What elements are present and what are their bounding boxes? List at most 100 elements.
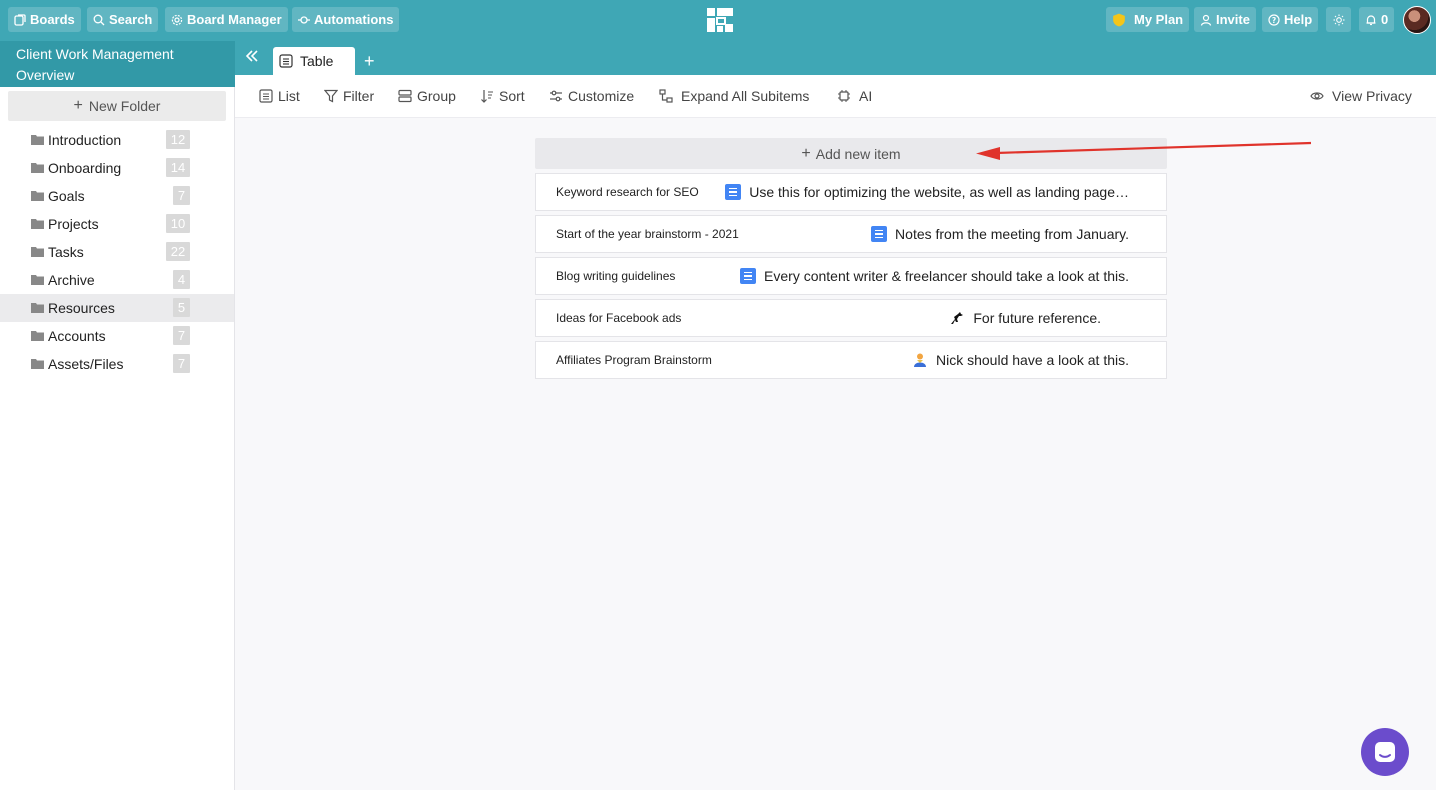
sidebar-item-accounts[interactable]: Accounts 7 xyxy=(0,322,234,350)
folder-label: Assets/Files xyxy=(48,356,124,372)
automations-label: Automations xyxy=(314,12,394,27)
group-label: Group xyxy=(417,88,456,104)
sort-label: Sort xyxy=(499,88,525,104)
app-logo[interactable] xyxy=(705,6,735,34)
chat-icon xyxy=(1375,742,1395,762)
row-name: Blog writing guidelines xyxy=(556,269,676,283)
tab-table[interactable]: Table xyxy=(273,47,355,75)
new-folder-button[interactable]: + New Folder xyxy=(8,91,226,121)
filter-label: Filter xyxy=(343,88,375,104)
add-new-item-label: Add new item xyxy=(815,145,901,162)
customize-button[interactable]: Customize xyxy=(549,88,634,104)
help-icon: ? xyxy=(1268,13,1280,26)
theme-toggle-button[interactable] xyxy=(1326,7,1351,32)
chip-icon xyxy=(838,90,850,102)
user-icon xyxy=(1200,14,1212,26)
row-note: Notes from the meeting from January. xyxy=(871,226,1129,242)
search-button[interactable]: Search xyxy=(87,7,159,32)
list-label: List xyxy=(278,88,300,104)
folder-label: Resources xyxy=(48,300,115,316)
row-note: Use this for optimizing the website, as … xyxy=(725,184,1129,200)
sun-icon xyxy=(1333,14,1344,25)
filter-button[interactable]: Filter xyxy=(324,88,374,104)
row-name: Affiliates Program Brainstorm xyxy=(556,353,712,367)
collapse-sidebar-icon[interactable] xyxy=(244,48,264,68)
help-button[interactable]: ? Help xyxy=(1262,7,1319,32)
gear-icon xyxy=(171,14,183,25)
list-button[interactable]: List xyxy=(259,88,300,104)
table-row[interactable]: Keyword research for SEO Use this for op… xyxy=(535,173,1167,211)
sliders-icon xyxy=(550,90,562,102)
sidebar-item-onboarding[interactable]: Onboarding 14 xyxy=(0,154,234,182)
automations-icon xyxy=(298,15,310,24)
new-folder-label: New Folder xyxy=(88,98,161,114)
invite-label: Invite xyxy=(1216,12,1250,27)
board-manager-button[interactable]: Board Manager xyxy=(165,7,288,32)
folder-icon xyxy=(31,219,44,229)
shield-icon xyxy=(1113,13,1125,26)
sidebar-item-assets-files[interactable]: Assets/Files 7 xyxy=(0,350,234,378)
help-label: Help xyxy=(1284,12,1313,27)
tab-table-label: Table xyxy=(300,53,334,69)
view-privacy-button[interactable]: View Privacy xyxy=(1310,88,1412,104)
add-tab-icon[interactable]: + xyxy=(364,51,380,71)
folder-count-badge: 7 xyxy=(173,186,190,205)
folder-icon xyxy=(31,163,44,173)
folder-icon xyxy=(31,303,44,313)
my-plan-button[interactable]: My Plan xyxy=(1106,7,1190,32)
folder-icon xyxy=(31,331,44,341)
ai-button[interactable]: AI xyxy=(837,88,872,104)
plus-icon: + xyxy=(73,97,83,114)
annotation-arrow xyxy=(976,141,1312,160)
folder-label: Projects xyxy=(48,216,99,232)
row-note: For future reference. xyxy=(949,310,1101,326)
notifications-count: 0 xyxy=(1381,12,1389,27)
notifications-button[interactable]: 0 xyxy=(1359,7,1395,32)
plus-icon: + xyxy=(801,144,811,162)
folder-icon xyxy=(31,135,44,145)
folder-icon xyxy=(31,247,44,257)
sort-button[interactable]: Sort xyxy=(480,88,525,104)
hierarchy-icon xyxy=(659,89,673,103)
folder-label: Accounts xyxy=(48,328,106,344)
table-row[interactable]: Ideas for Facebook ads For future refere… xyxy=(535,299,1167,337)
row-note: Every content writer & freelancer should… xyxy=(740,268,1129,284)
sidebar-item-tasks[interactable]: Tasks 22 xyxy=(0,238,234,266)
sidebar-item-introduction[interactable]: Introduction 12 xyxy=(0,126,234,154)
chat-support-button[interactable] xyxy=(1361,728,1409,776)
folder-count-badge: 4 xyxy=(173,270,190,289)
sort-icon xyxy=(481,90,493,103)
row-note-text: Every content writer & freelancer should… xyxy=(764,268,1129,284)
sidebar-item-projects[interactable]: Projects 10 xyxy=(0,210,234,238)
folder-label: Tasks xyxy=(48,244,84,260)
view-toolbar: List Filter Group Sort Customize Expand … xyxy=(235,75,1436,118)
row-note-text: For future reference. xyxy=(973,310,1101,326)
table-row[interactable]: Affiliates Program Brainstorm Nick shoul… xyxy=(535,341,1167,379)
group-button[interactable]: Group xyxy=(398,88,456,104)
sidebar-item-goals[interactable]: Goals 7 xyxy=(0,182,234,210)
folder-count-badge: 14 xyxy=(166,158,190,177)
my-plan-label: My Plan xyxy=(1134,12,1184,27)
row-name: Start of the year brainstorm - 2021 xyxy=(556,227,739,241)
sidebar-item-resources[interactable]: Resources 5 xyxy=(0,294,234,322)
avatar[interactable] xyxy=(1403,6,1431,34)
expand-subitems-label: Expand All Subitems xyxy=(681,88,810,104)
filter-icon xyxy=(324,89,338,103)
row-note-text: Nick should have a look at this. xyxy=(936,352,1129,368)
invite-button[interactable]: Invite xyxy=(1194,7,1256,32)
folder-label: Goals xyxy=(48,188,85,204)
table-row[interactable]: Blog writing guidelines Every content wr… xyxy=(535,257,1167,295)
table-row[interactable]: Start of the year brainstorm - 2021 Note… xyxy=(535,215,1167,253)
horse-icon xyxy=(951,312,964,324)
doc-icon xyxy=(871,226,888,242)
sidebar: + New Folder Introduction 12 Onboarding … xyxy=(0,87,235,790)
automations-button[interactable]: Automations xyxy=(292,7,400,32)
boards-button[interactable]: Boards xyxy=(8,7,81,32)
row-note-text: Use this for optimizing the website, as … xyxy=(749,184,1129,200)
row-name: Keyword research for SEO xyxy=(556,185,699,199)
expand-subitems-button[interactable]: Expand All Subitems xyxy=(659,88,809,104)
list-icon xyxy=(259,89,273,103)
sidebar-item-archive[interactable]: Archive 4 xyxy=(0,266,234,294)
row-name: Ideas for Facebook ads xyxy=(556,311,682,325)
doc-icon xyxy=(725,184,742,200)
